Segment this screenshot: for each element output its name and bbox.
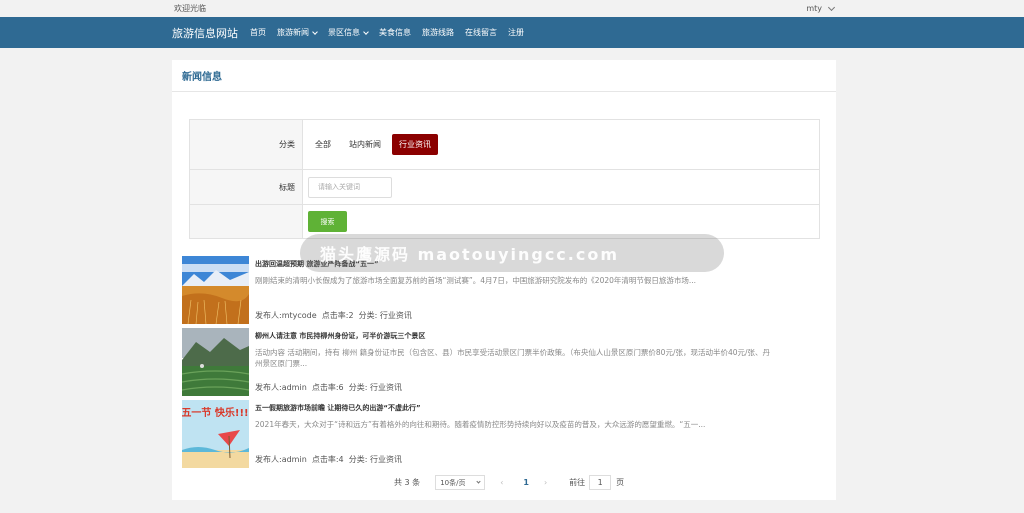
page-size-select[interactable]: 10条/页	[435, 475, 486, 490]
title-label: 标题	[190, 170, 303, 204]
nav-item-home[interactable]: 首页	[250, 27, 266, 38]
news-title[interactable]: 柳州人请注意 市民持柳州身份证，可半价游玩三个景区	[255, 331, 425, 341]
category-row: 分类 全部 站内新闻 行业资讯	[190, 120, 819, 170]
chevron-down-icon	[363, 28, 369, 35]
news-thumbnail[interactable]	[182, 328, 249, 396]
topbar: 欢迎光临 mty	[0, 0, 1024, 17]
title-row: 标题 请输入关键词	[190, 170, 819, 205]
news-thumbnail[interactable]	[182, 256, 249, 324]
chevron-down-icon	[827, 3, 836, 11]
category-site-news[interactable]: 站内新闻	[342, 134, 388, 155]
news-summary: 刚刚结束的清明小长假成为了旅游市场全面复苏前的首场“测试赛”。4月7日，中国旅游…	[255, 276, 697, 285]
nav-item-message[interactable]: 在线留言	[465, 27, 497, 38]
next-page-button[interactable]: ›	[544, 478, 547, 487]
news-item[interactable]: 五一节 快乐!!! 五一假期旅游市场前瞻 让期待已久的出游“不虚此行” 2021…	[182, 400, 782, 468]
category-label: 分类	[190, 120, 303, 169]
main-nav: 旅游信息网站 首页 旅游新闻 景区信息 美食信息 旅游线路 在线留言 注册	[0, 17, 1024, 48]
nav-item-news[interactable]: 旅游新闻	[277, 27, 318, 38]
total-count: 共 3 条	[394, 478, 421, 487]
news-meta: 发布人:admin 点击率:6 分类: 行业资讯	[255, 383, 402, 392]
prev-page-button[interactable]: ‹	[500, 478, 503, 487]
page-unit: 页	[616, 478, 625, 487]
nav-item-routes[interactable]: 旅游线路	[422, 27, 454, 38]
news-thumbnail[interactable]: 五一节 快乐!!!	[182, 400, 249, 468]
keyword-input[interactable]: 请输入关键词	[308, 176, 392, 198]
pagination: 共 3 条 10条/页 ‹ 1 › 前往 1 页	[394, 475, 624, 490]
news-meta: 发布人:admin 点击率:4 分类: 行业资讯	[255, 455, 402, 464]
nav-item-scenic[interactable]: 景区信息	[328, 27, 369, 38]
watermark-banner: 猫头鹰源码 maotouyingcc.com	[300, 234, 724, 272]
goto-page-input[interactable]: 1	[589, 475, 612, 490]
news-title[interactable]: 五一假期旅游市场前瞻 让期待已久的出游“不虚此行”	[255, 403, 421, 413]
page-title: 新闻信息	[172, 60, 836, 92]
user-menu[interactable]: mty	[806, 3, 836, 13]
chevron-down-icon	[476, 479, 481, 484]
filter-form: 分类 全部 站内新闻 行业资讯 标题 请输入关键词 搜索	[189, 119, 820, 239]
search-button[interactable]: 搜索	[308, 211, 347, 232]
username: mty	[806, 4, 822, 13]
thumbnail-caption: 五一节 快乐!!!	[182, 406, 249, 419]
welcome-text: 欢迎光临	[174, 4, 206, 13]
current-page[interactable]: 1	[523, 478, 529, 487]
news-summary: 2021年春天，大众对于“诗和远方”有着格外的向往和期待。随着疫情防控形势持续向…	[255, 420, 706, 429]
news-meta: 发布人:mtycode 点击率:2 分类: 行业资讯	[255, 311, 412, 320]
news-item[interactable]: 柳州人请注意 市民持柳州身份证，可半价游玩三个景区 活动内容 活动期间，持有 柳…	[182, 328, 782, 396]
news-panel: 新闻信息 分类 全部 站内新闻 行业资讯 标题 请输入关键词 搜索 出游回温超预…	[172, 60, 836, 500]
chevron-down-icon	[312, 28, 318, 35]
news-summary: 活动内容 活动期间，持有 柳州 籍身份证市民（包含区、县）市民享受活动景区门票半…	[255, 348, 771, 368]
site-brand[interactable]: 旅游信息网站	[172, 25, 238, 41]
goto-label: 前往	[569, 478, 586, 487]
nav-item-register[interactable]: 注册	[508, 27, 524, 38]
category-all[interactable]: 全部	[308, 134, 338, 155]
category-industry[interactable]: 行业资讯	[392, 134, 438, 155]
nav-item-food[interactable]: 美食信息	[379, 27, 411, 38]
